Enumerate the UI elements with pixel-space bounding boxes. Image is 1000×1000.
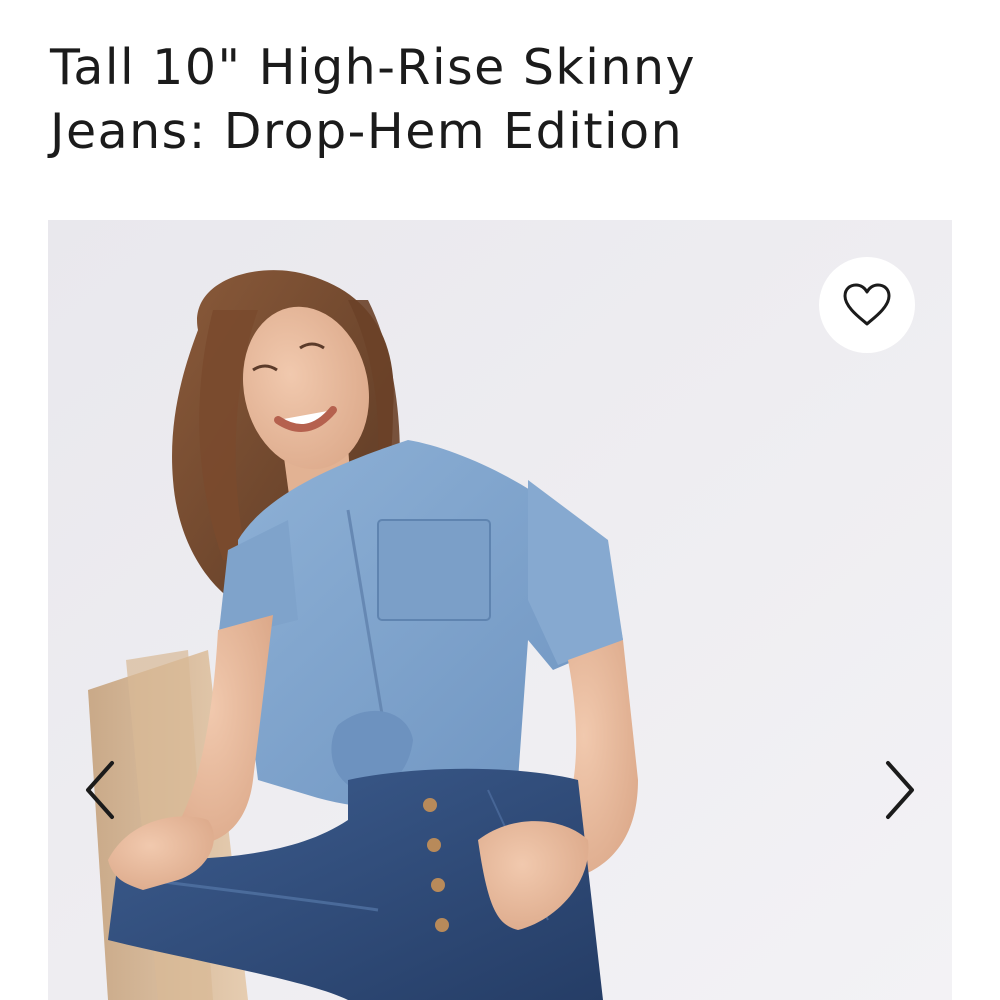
favorite-button[interactable]: [819, 257, 915, 353]
next-image-button[interactable]: [870, 750, 930, 830]
product-page: Tall 10" High-Rise Skinny Jeans: Drop-He…: [0, 0, 1000, 1000]
product-title-line-2: Jeans: Drop-Hem Edition: [50, 103, 684, 160]
chevron-right-icon: [886, 761, 914, 819]
previous-image-button[interactable]: [70, 750, 130, 830]
product-photo: [48, 220, 952, 1000]
chevron-left-icon: [86, 761, 114, 819]
heart-outline-icon: [843, 283, 891, 326]
product-image-gallery[interactable]: [48, 220, 952, 1000]
product-title: Tall 10" High-Rise Skinny Jeans: Drop-He…: [50, 36, 950, 164]
product-title-line-1: Tall 10" High-Rise Skinny: [50, 39, 697, 96]
